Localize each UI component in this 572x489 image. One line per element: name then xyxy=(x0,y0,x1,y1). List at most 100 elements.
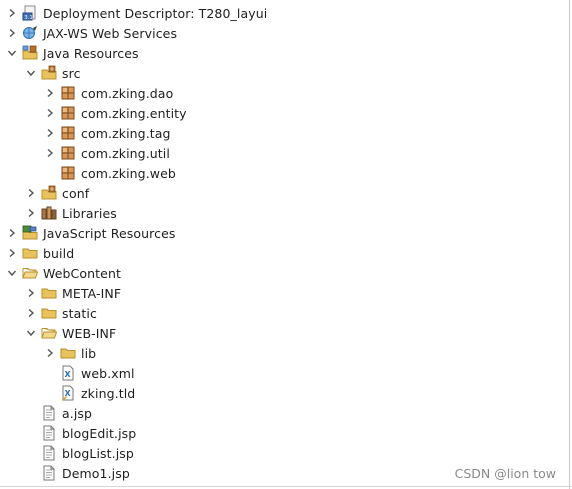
source-folder-icon xyxy=(41,65,57,81)
panel-bottom-edge xyxy=(0,486,572,487)
chevron-right-icon[interactable] xyxy=(24,183,38,203)
chevron-right-icon[interactable] xyxy=(43,103,57,123)
tree-item-label: web.xml xyxy=(81,365,135,381)
chevron-down-icon[interactable] xyxy=(24,63,38,83)
chevron-right-icon[interactable] xyxy=(43,143,57,163)
tree-item-label: src xyxy=(62,65,81,81)
tree-item-label: Demo1.jsp xyxy=(62,465,130,481)
tree-item-label: com.zking.dao xyxy=(81,85,174,101)
chevron-right-icon[interactable] xyxy=(5,223,19,243)
tree-item-label: WEB-INF xyxy=(62,325,117,341)
tree-item-label: com.zking.web xyxy=(81,165,176,181)
tree-item-bloglist-jsp[interactable]: blogList.jsp xyxy=(0,443,572,463)
tree-item-blogedit-jsp[interactable]: blogEdit.jsp xyxy=(0,423,572,443)
source-folder-icon xyxy=(41,185,57,201)
tree-item-meta-inf[interactable]: META-INF xyxy=(0,283,572,303)
folder-open-icon xyxy=(41,325,57,341)
package-icon xyxy=(60,165,76,181)
javascript-resources-icon xyxy=(22,225,38,241)
tree-item-label: lib xyxy=(81,345,97,361)
tree-item-label: WebContent xyxy=(43,265,121,281)
tree-item-com-zking-tag[interactable]: com.zking.tag xyxy=(0,123,572,143)
tree-item-com-zking-dao[interactable]: com.zking.dao xyxy=(0,83,572,103)
tree-item-deployment-descriptor-t280-layui[interactable]: 3.1 Deployment Descriptor: T280_layui xyxy=(0,3,572,23)
tree-item-label: JAX-WS Web Services xyxy=(43,25,178,41)
chevron-right-icon[interactable] xyxy=(43,123,57,143)
tree-item-webcontent[interactable]: WebContent xyxy=(0,263,572,283)
java-resources-icon xyxy=(22,45,38,61)
chevron-right-icon[interactable] xyxy=(24,283,38,303)
libraries-icon xyxy=(41,205,57,221)
tree-item-label: META-INF xyxy=(62,285,122,301)
tree-item-a-jsp[interactable]: a.jsp xyxy=(0,403,572,423)
tree-item-static[interactable]: static xyxy=(0,303,572,323)
svg-text:X: X xyxy=(65,370,72,379)
tree-item-lib[interactable]: lib xyxy=(0,343,572,363)
tld-file-icon: X xyxy=(60,385,76,401)
folder-open-icon xyxy=(22,265,38,281)
tree-item-jax-ws-web-services[interactable]: JAX-WS Web Services xyxy=(0,23,572,43)
tree-item-label: com.zking.tag xyxy=(81,125,171,141)
tree-item-label: com.zking.util xyxy=(81,145,170,161)
tree-item-build[interactable]: build xyxy=(0,243,572,263)
tree-item-label: zking.tld xyxy=(81,385,136,401)
tree-item-java-resources[interactable]: Java Resources xyxy=(0,43,572,63)
tree-item-label: a.jsp xyxy=(62,405,93,421)
tree-item-label: Libraries xyxy=(62,205,117,221)
tree-item-label: Java Resources xyxy=(43,45,139,61)
chevron-down-icon[interactable] xyxy=(5,263,19,283)
jsp-file-icon xyxy=(41,445,57,461)
chevron-right-icon[interactable] xyxy=(43,83,57,103)
watermark-text: CSDN @lion tow xyxy=(454,466,556,481)
tree-item-com-zking-util[interactable]: com.zking.util xyxy=(0,143,572,163)
xml-file-icon: X xyxy=(60,365,76,381)
package-icon xyxy=(60,125,76,141)
project-explorer-tree: 3.1 Deployment Descriptor: T280_layui JAX-… xyxy=(0,0,572,489)
chevron-right-icon[interactable] xyxy=(24,303,38,323)
package-icon xyxy=(60,85,76,101)
tree-item-src[interactable]: src xyxy=(0,63,572,83)
jsp-file-icon xyxy=(41,405,57,421)
chevron-down-icon[interactable] xyxy=(5,43,19,63)
chevron-right-icon[interactable] xyxy=(5,23,19,43)
tree-item-javascript-resources[interactable]: JavaScript Resources xyxy=(0,223,572,243)
chevron-right-icon[interactable] xyxy=(5,243,19,263)
deployment-descriptor-icon: 3.1 xyxy=(22,5,38,21)
tree-item-libraries[interactable]: Libraries xyxy=(0,203,572,223)
tree-item-label: Deployment Descriptor: T280_layui xyxy=(43,5,268,21)
tree-item-label: conf xyxy=(62,185,90,201)
tree-item-web-xml[interactable]: Xweb.xml xyxy=(0,363,572,383)
folder-icon xyxy=(22,245,38,261)
tree-item-label: blogEdit.jsp xyxy=(62,425,137,441)
tree-item-label: static xyxy=(62,305,97,321)
folder-icon xyxy=(60,345,76,361)
web-services-icon xyxy=(22,25,38,41)
package-icon xyxy=(60,145,76,161)
chevron-right-icon[interactable] xyxy=(5,3,19,23)
jsp-file-icon xyxy=(41,465,57,481)
folder-icon xyxy=(41,285,57,301)
tree-item-com-zking-entity[interactable]: com.zking.entity xyxy=(0,103,572,123)
chevron-right-icon[interactable] xyxy=(24,203,38,223)
tree-item-com-zking-web[interactable]: com.zking.web xyxy=(0,163,572,183)
package-icon xyxy=(60,105,76,121)
tree-item-conf[interactable]: conf xyxy=(0,183,572,203)
panel-border xyxy=(569,0,570,489)
jsp-file-icon xyxy=(41,425,57,441)
tree-item-zking-tld[interactable]: Xzking.tld xyxy=(0,383,572,403)
tree-item-label: JavaScript Resources xyxy=(43,225,176,241)
tree-item-web-inf[interactable]: WEB-INF xyxy=(0,323,572,343)
chevron-down-icon[interactable] xyxy=(24,323,38,343)
svg-text:3.1: 3.1 xyxy=(24,15,33,21)
tree-item-label: blogList.jsp xyxy=(62,445,134,461)
tree-item-label: com.zking.entity xyxy=(81,105,187,121)
tree-item-label: build xyxy=(43,245,75,261)
chevron-right-icon[interactable] xyxy=(43,343,57,363)
folder-icon xyxy=(41,305,57,321)
